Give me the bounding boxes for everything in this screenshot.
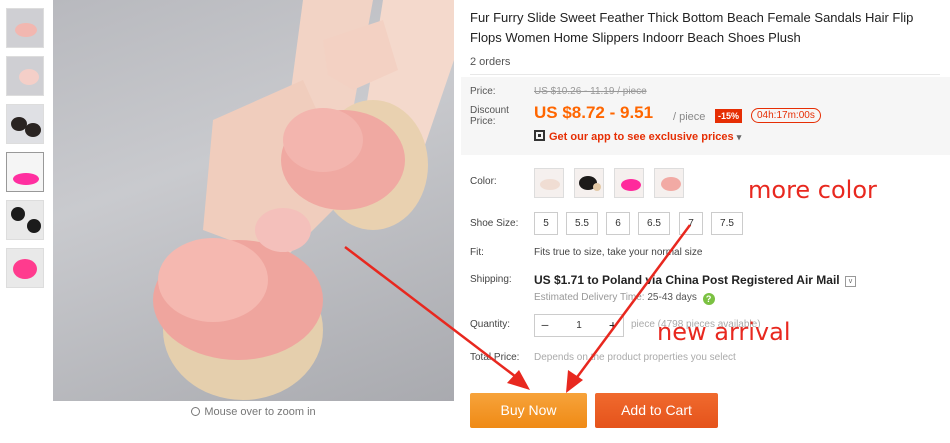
thumbnail-6[interactable] — [6, 248, 44, 288]
quantity-stepper: − 1 + — [534, 314, 624, 337]
fit-label: Fit: — [470, 247, 484, 258]
fit-value: Fits true to size, take your normal size — [534, 247, 703, 258]
annotation-new-arrival: new arrival — [657, 318, 791, 346]
color-swatch-beige[interactable] — [534, 168, 564, 198]
product-info: Fur Furry Slide Sweet Feather Thick Bott… — [470, 0, 950, 75]
annotation-more-color: more color — [748, 176, 877, 204]
price-label: Price: — [470, 86, 496, 97]
original-price: US $10.26 - 11.19 / piece — [534, 86, 647, 97]
thumbnail-3[interactable] — [6, 104, 44, 144]
shoe-size-label: Shoe Size: — [470, 218, 519, 229]
chevron-down-icon: ▾ — [736, 132, 742, 142]
buy-now-button[interactable]: Buy Now — [470, 393, 587, 428]
price-box: Price: US $10.26 - 11.19 / piece Discoun… — [461, 77, 950, 155]
discount-badge: -15% — [715, 109, 743, 123]
size-option-7-5[interactable]: 7.5 — [711, 212, 743, 235]
color-swatch-black[interactable] — [574, 168, 604, 198]
per-piece: / piece — [673, 111, 706, 123]
discount-label-2: Price: — [470, 116, 496, 127]
countdown-timer: 04h:17m:00s — [751, 108, 821, 123]
app-promo-link[interactable]: Get our app to see exclusive prices ▾ — [534, 130, 741, 143]
thumbnail-4[interactable] — [6, 152, 44, 192]
size-option-7[interactable]: 7 — [679, 212, 703, 235]
thumbnail-2[interactable] — [6, 56, 44, 96]
thumbnail-strip — [6, 8, 46, 296]
size-option-5[interactable]: 5 — [534, 212, 558, 235]
delivery-estimate: Estimated Delivery Time: 25-43 days ? — [534, 292, 715, 305]
quantity-input[interactable]: 1 — [555, 315, 603, 336]
size-option-6[interactable]: 6 — [606, 212, 630, 235]
discount-price: US $8.72 - 9.51 — [534, 103, 654, 122]
qr-code-icon — [534, 130, 545, 141]
shipping-method[interactable]: US $1.71 to Poland via China Post Regist… — [534, 273, 856, 287]
total-price-value: Depends on the product properties you se… — [534, 352, 736, 363]
quantity-increase-button[interactable]: + — [603, 315, 623, 336]
color-swatch-rose-red[interactable] — [614, 168, 644, 198]
main-product-image[interactable] — [53, 0, 454, 401]
size-option-6-5[interactable]: 6.5 — [638, 212, 670, 235]
size-option-5-5[interactable]: 5.5 — [566, 212, 598, 235]
zoom-hint: Mouse over to zoom in — [53, 406, 454, 418]
quantity-decrease-button[interactable]: − — [535, 315, 555, 336]
quantity-label: Quantity: — [470, 319, 511, 330]
help-icon[interactable]: ? — [702, 293, 715, 305]
discount-label-1: Discount — [470, 105, 509, 116]
color-swatch-pink[interactable] — [654, 168, 684, 198]
total-price-label: Total Price: — [470, 352, 520, 363]
chevron-down-icon[interactable]: v — [844, 276, 856, 287]
thumbnail-1[interactable] — [6, 8, 44, 48]
color-label: Color: — [470, 176, 497, 187]
thumbnail-5[interactable] — [6, 200, 44, 240]
product-title: Fur Furry Slide Sweet Feather Thick Bott… — [470, 10, 914, 45]
add-to-cart-button[interactable]: Add to Cart — [595, 393, 718, 428]
magnifier-icon — [191, 407, 201, 416]
shipping-label: Shipping: — [470, 274, 512, 285]
order-count: 2 orders — [470, 56, 940, 75]
product-photo — [153, 0, 454, 400]
